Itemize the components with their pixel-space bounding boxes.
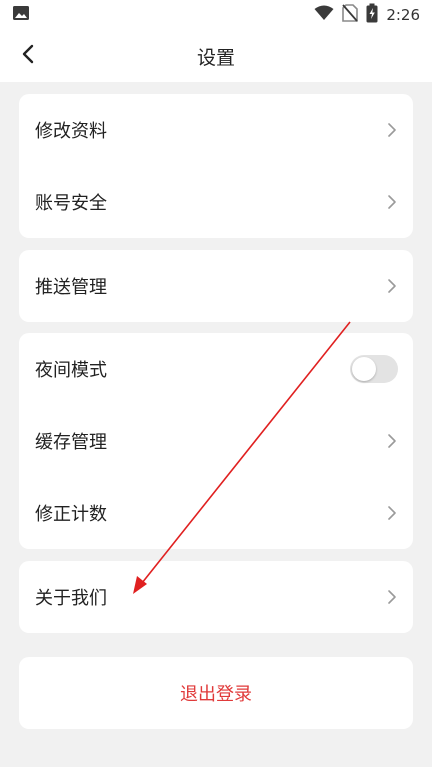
logout-label: 退出登录 bbox=[180, 684, 252, 705]
settings-item-account-security[interactable]: 账号安全 bbox=[19, 166, 413, 238]
settings-item-label: 修改资料 bbox=[35, 121, 107, 142]
settings-item-fix-count[interactable]: 修正计数 bbox=[19, 477, 413, 549]
settings-item-label: 夜间模式 bbox=[35, 360, 107, 381]
settings-item-edit-profile[interactable]: 修改资料 bbox=[19, 94, 413, 166]
settings-group-general: 夜间模式 缓存管理 修正计数 bbox=[19, 333, 413, 549]
settings-group-push: 推送管理 bbox=[19, 250, 413, 322]
chevron-left-icon bbox=[21, 44, 35, 68]
settings-group-about: 关于我们 bbox=[19, 561, 413, 633]
chevron-right-icon bbox=[387, 122, 397, 138]
night-mode-toggle[interactable] bbox=[350, 355, 398, 383]
settings-item-night-mode[interactable]: 夜间模式 bbox=[19, 333, 413, 405]
chevron-right-icon bbox=[387, 433, 397, 449]
no-sim-icon bbox=[342, 4, 359, 26]
gallery-icon bbox=[12, 5, 30, 25]
settings-item-label: 推送管理 bbox=[35, 277, 107, 298]
settings-item-push-management[interactable]: 推送管理 bbox=[19, 250, 413, 322]
chevron-right-icon bbox=[387, 194, 397, 210]
wifi-icon bbox=[314, 5, 334, 25]
settings-item-label: 缓存管理 bbox=[35, 432, 107, 453]
nav-bar: 设置 bbox=[0, 30, 432, 82]
page-title: 设置 bbox=[196, 46, 235, 69]
settings-item-cache-management[interactable]: 缓存管理 bbox=[19, 405, 413, 477]
settings-screen: 2:26 设置 修改资料 账号安全 推送管理 夜间模式 缓存管理 修正计数 关于… bbox=[0, 0, 432, 767]
chevron-right-icon bbox=[387, 278, 397, 294]
back-button[interactable] bbox=[12, 40, 44, 72]
battery-charging-icon bbox=[366, 3, 378, 27]
settings-item-about-us[interactable]: 关于我们 bbox=[19, 561, 413, 633]
status-bar: 2:26 bbox=[0, 0, 432, 30]
toggle-knob bbox=[352, 357, 376, 381]
settings-item-label: 修正计数 bbox=[35, 504, 107, 525]
status-time: 2:26 bbox=[386, 6, 420, 24]
chevron-right-icon bbox=[387, 505, 397, 521]
chevron-right-icon bbox=[387, 589, 397, 605]
settings-item-label: 关于我们 bbox=[35, 588, 107, 609]
logout-button[interactable]: 退出登录 bbox=[19, 657, 413, 729]
settings-item-label: 账号安全 bbox=[35, 193, 107, 214]
settings-group-account: 修改资料 账号安全 bbox=[19, 94, 413, 238]
